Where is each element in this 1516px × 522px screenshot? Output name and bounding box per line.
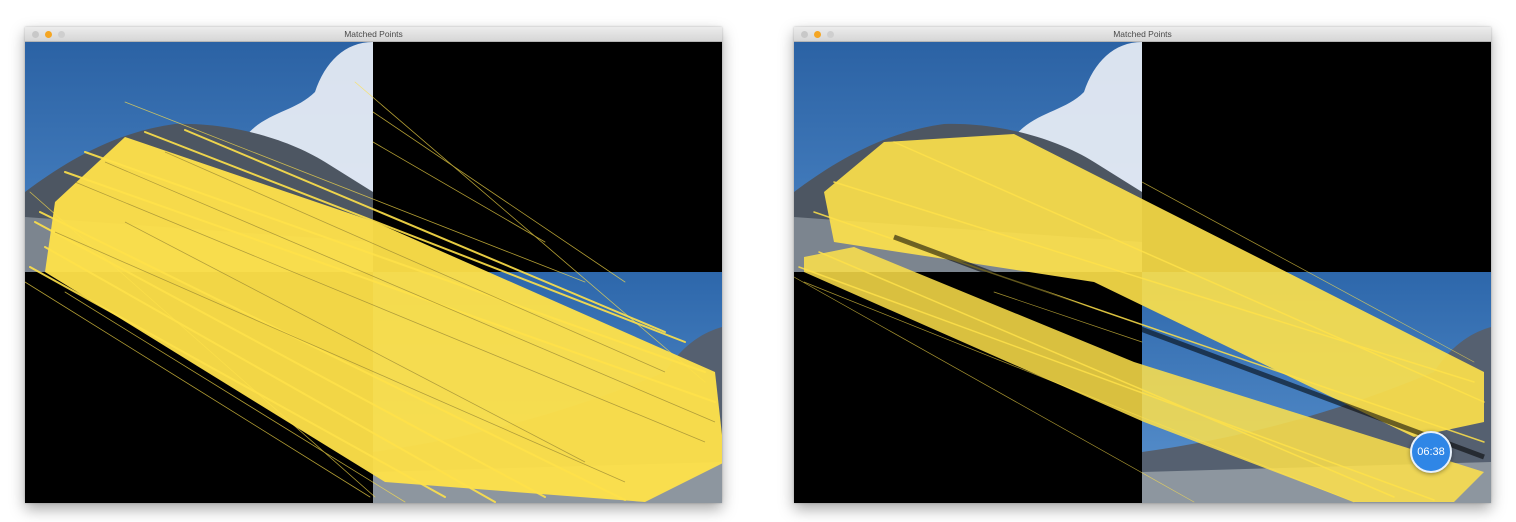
timer-badge[interactable]: 06:38 <box>1410 431 1452 473</box>
matched-points-window-right: Matched Points <box>794 27 1491 503</box>
window-titlebar[interactable]: Matched Points <box>794 27 1491 42</box>
window-titlebar[interactable]: Matched Points <box>25 27 722 42</box>
matched-points-image <box>25 42 722 503</box>
window-title: Matched Points <box>1113 29 1172 39</box>
matched-points-canvas <box>794 42 1491 503</box>
matched-points-canvas <box>25 42 722 503</box>
matched-points-image <box>794 42 1491 503</box>
matched-points-window-left: Matched Points <box>25 27 722 503</box>
window-title: Matched Points <box>344 29 403 39</box>
